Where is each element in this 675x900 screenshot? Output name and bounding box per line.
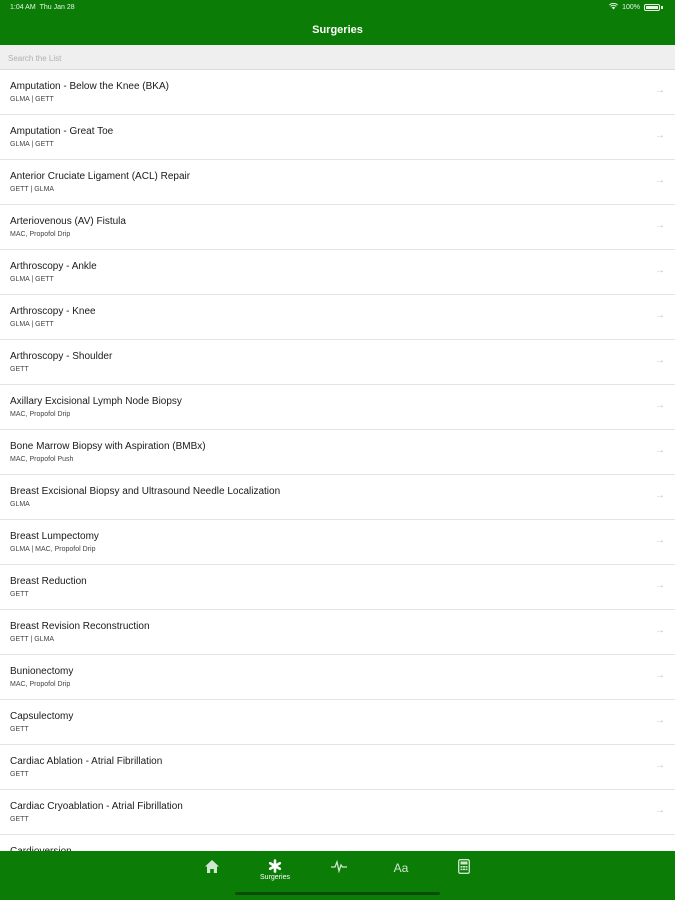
list-item-title: Breast Reduction (10, 576, 87, 587)
list-item[interactable]: Axillary Excisional Lymph Node Biopsy MAC… (0, 385, 675, 430)
list-item-subtitle: GLMA | GETT (10, 321, 54, 328)
surgery-list: Amputation - Below the Knee (BKA) GLMA | … (0, 70, 675, 851)
list-item-title: Arteriovenous (AV) Fistula (10, 216, 126, 227)
list-item-subtitle: GETT (10, 366, 29, 373)
list-item-title: Cardiac Ablation - Atrial Fibrillation (10, 756, 163, 767)
arrow-right-icon: → (655, 130, 665, 141)
page-title: Surgeries (312, 24, 363, 36)
tab-glossary[interactable]: Aa (386, 859, 416, 889)
heartbeat-icon (324, 859, 354, 873)
list-item-title: Arthroscopy - Knee (10, 306, 96, 317)
status-time: 1:04 AM (10, 4, 36, 11)
arrow-right-icon: → (655, 670, 665, 681)
app-header: 1:04 AM Thu Jan 28 100% Surgeries (0, 0, 675, 45)
list-item-subtitle: GETT | GLMA (10, 186, 55, 193)
list-item-title: Arthroscopy - Shoulder (10, 351, 113, 362)
arrow-right-icon: → (655, 445, 665, 456)
tab-calculator[interactable] (449, 859, 479, 889)
list-item[interactable]: Breast Excisional Biopsy and Ultrasound … (0, 475, 675, 520)
calculator-icon (449, 859, 479, 874)
arrow-right-icon: → (655, 715, 665, 726)
list-item-subtitle: MAC, Propofol Drip (10, 681, 71, 688)
list-item-subtitle: GETT (10, 726, 29, 733)
arrow-right-icon: → (655, 760, 665, 771)
list-item[interactable]: Amputation - Great Toe GLMA | GETT → (0, 115, 675, 160)
arrow-right-icon: → (655, 625, 665, 636)
arrow-right-icon: → (655, 535, 665, 546)
battery-icon (644, 4, 660, 11)
list-item[interactable]: Cardiac Cryoablation - Atrial Fibrillati… (0, 790, 675, 835)
list-item-subtitle: GLMA (10, 501, 30, 508)
arrow-right-icon: → (655, 265, 665, 276)
list-item-title: Bone Marrow Biopsy with Aspiration (BMBx… (10, 441, 206, 452)
list-item[interactable]: Bone Marrow Biopsy with Aspiration (BMBx… (0, 430, 675, 475)
list-item-subtitle: MAC, Propofol Drip (10, 231, 71, 238)
wifi-icon (609, 2, 619, 12)
list-item[interactable]: Breast Lumpectomy GLMA | MAC, Propofol Dr… (0, 520, 675, 565)
arrow-right-icon: → (655, 220, 665, 231)
arrow-right-icon: → (655, 490, 665, 501)
list-item-subtitle: GLMA | MAC, Propofol Drip (10, 546, 96, 553)
list-item-title: Breast Revision Reconstruction (10, 621, 150, 632)
list-item-subtitle: GETT (10, 591, 29, 598)
list-item-title: Amputation - Below the Knee (BKA) (10, 81, 169, 92)
list-item-title: Capsulectomy (10, 711, 74, 722)
list-item-subtitle: GLMA | GETT (10, 141, 54, 148)
list-item[interactable]: Arthroscopy - Ankle GLMA | GETT → (0, 250, 675, 295)
battery-cap (661, 6, 663, 9)
status-bar: 1:04 AM Thu Jan 28 100% (0, 0, 675, 16)
tab-surgeries[interactable]: Surgeries (258, 859, 292, 889)
list-item-title: Breast Excisional Biopsy and Ultrasound … (10, 486, 281, 497)
list-item-subtitle: GLMA | GETT (10, 276, 54, 283)
arrow-right-icon: → (655, 580, 665, 591)
list-item-title: Breast Lumpectomy (10, 531, 99, 542)
tab-surgeries-label: Surgeries (260, 874, 290, 881)
list-item-subtitle: MAC, Propofol Drip (10, 411, 71, 418)
list-item[interactable]: Bunionectomy MAC, Propofol Drip → (0, 655, 675, 700)
list-item[interactable]: Cardioversion→ (0, 835, 675, 851)
list-item[interactable]: Breast Reduction GETT → (0, 565, 675, 610)
list-item-title: Arthroscopy - Ankle (10, 261, 97, 272)
list-item-title: Cardiac Cryoablation - Atrial Fibrillati… (10, 801, 183, 812)
list-item-title: Bunionectomy (10, 666, 74, 677)
list-item-subtitle: GETT (10, 771, 29, 778)
asterisk-icon (258, 859, 292, 873)
list-item-subtitle: MAC, Propofol Push (10, 456, 74, 463)
tab-vitals[interactable] (324, 859, 354, 889)
search-input[interactable] (6, 50, 670, 66)
tab-home[interactable] (197, 859, 227, 889)
status-time-date: 1:04 AM Thu Jan 28 (10, 4, 75, 11)
arrow-right-icon: → (655, 175, 665, 186)
status-indicators: 100% (609, 2, 663, 12)
list-item-subtitle: GETT | GLMA (10, 636, 55, 643)
list-item-title: Amputation - Great Toe (10, 126, 114, 137)
arrow-right-icon: → (655, 85, 665, 96)
list-item[interactable]: Amputation - Below the Knee (BKA) GLMA | … (0, 70, 675, 115)
home-icon (197, 859, 227, 874)
list-item-subtitle: GLMA | GETT (10, 96, 54, 103)
list-item[interactable]: Arthroscopy - Shoulder GETT → (0, 340, 675, 385)
battery-percent: 100% (622, 4, 640, 11)
status-date: Thu Jan 28 (39, 4, 75, 11)
list-item-title: Axillary Excisional Lymph Node Biopsy (10, 396, 182, 407)
list-item-title: Anterior Cruciate Ligament (ACL) Repair (10, 171, 191, 182)
list-item-subtitle: GETT (10, 816, 29, 823)
list-item[interactable]: Capsulectomy GETT → (0, 700, 675, 745)
text-size-icon: Aa (393, 861, 409, 875)
home-indicator (235, 892, 440, 895)
list-item[interactable]: Anterior Cruciate Ligament (ACL) Repair G… (0, 160, 675, 205)
arrow-right-icon: → (655, 355, 665, 366)
arrow-right-icon: → (655, 310, 665, 321)
list-item[interactable]: Breast Revision Reconstruction GETT | GLM… (0, 610, 675, 655)
list-item[interactable]: Cardiac Ablation - Atrial Fibrillation GE… (0, 745, 675, 790)
list-item[interactable]: Arteriovenous (AV) Fistula MAC, Propofol … (0, 205, 675, 250)
list-item[interactable]: Arthroscopy - Knee GLMA | GETT → (0, 295, 675, 340)
search-bar (0, 45, 675, 70)
arrow-right-icon: → (655, 400, 665, 411)
arrow-right-icon: → (655, 805, 665, 816)
